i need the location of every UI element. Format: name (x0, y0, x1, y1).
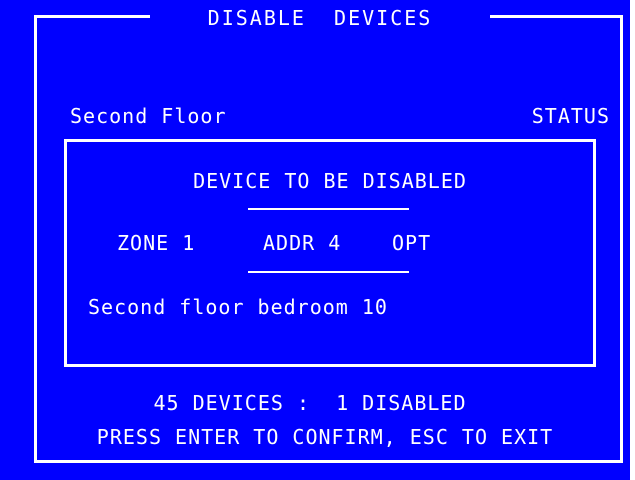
device-type: OPT (392, 231, 432, 255)
device-summary: 45 DEVICES : 1 DISABLED (153, 391, 467, 415)
address-divider-bottom (248, 271, 409, 273)
status-label: STATUS (531, 104, 610, 128)
disable-devices-screen: DISABLE DEVICES Second Floor STATUS DEVI… (0, 0, 630, 480)
address-divider-top (248, 208, 409, 210)
device-description: Second floor bedroom 10 (88, 295, 388, 319)
device-address: ADDR 4 (263, 231, 342, 255)
confirm-exit-prompt: PRESS ENTER TO CONFIRM, ESC TO EXIT (96, 425, 554, 449)
device-panel-heading: DEVICE TO BE DISABLED (193, 169, 467, 193)
location-label: Second Floor (70, 104, 227, 128)
window-title: DISABLE DEVICES (150, 6, 490, 30)
zone-value: ZONE 1 (117, 231, 196, 255)
